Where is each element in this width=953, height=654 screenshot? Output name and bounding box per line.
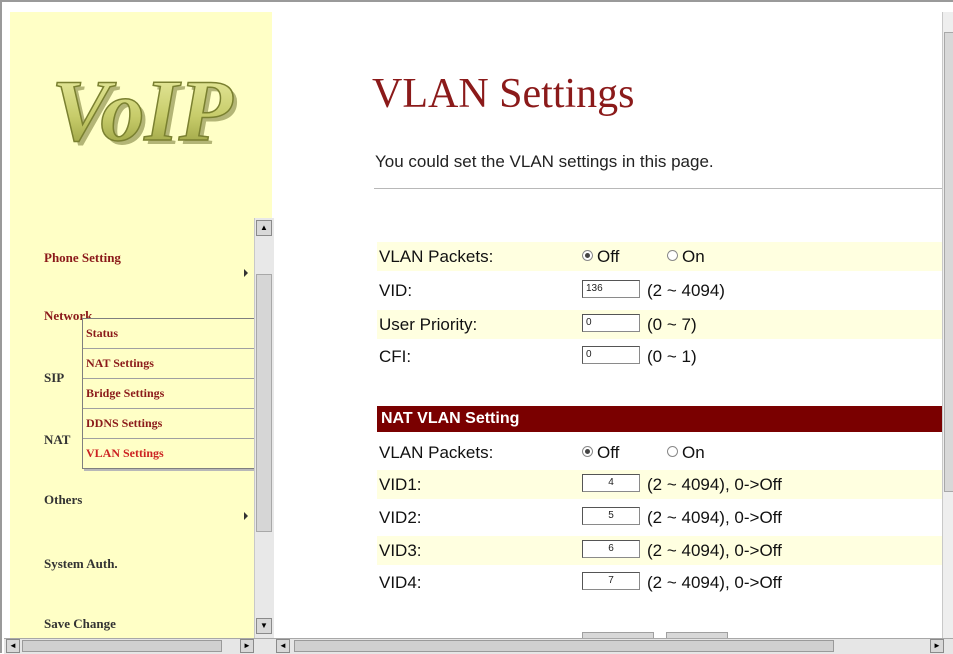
- submenu-status[interactable]: Status: [83, 319, 255, 349]
- horizontal-scrollbar[interactable]: ◄ ► ◄ ►: [4, 638, 953, 654]
- nav-scrollbar[interactable]: ▲ ▼: [254, 218, 274, 638]
- vid4-label: VID4:: [379, 573, 422, 592]
- scroll-up-icon[interactable]: ▲: [256, 220, 272, 236]
- vlan-on-label: On: [682, 247, 705, 266]
- scroll-right-icon[interactable]: ►: [930, 639, 944, 653]
- submenu-bridge-settings[interactable]: Bridge Settings: [83, 379, 255, 409]
- nat-vlan-on-radio[interactable]: [667, 446, 678, 457]
- vid1-input[interactable]: 4: [582, 474, 640, 492]
- scroll-left-icon[interactable]: ◄: [6, 639, 20, 653]
- cfi-label: CFI:: [379, 347, 412, 366]
- scroll-down-icon[interactable]: ▼: [256, 618, 272, 634]
- vlan-on-radio[interactable]: [667, 250, 678, 261]
- browser-frame: VoIP VoIP Phone Setting Network SIP NAT …: [0, 0, 953, 654]
- priority-input[interactable]: 0: [582, 314, 640, 332]
- divider: [374, 188, 942, 189]
- vid1-row: VID1: 4 (2 ~ 4094), 0->Off: [377, 470, 942, 499]
- cfi-input[interactable]: 0: [582, 346, 640, 364]
- nat-vlan-off-label: Off: [597, 443, 620, 462]
- vlan-off-radio[interactable]: [582, 250, 593, 261]
- vlan-packets-label: VLAN Packets:: [379, 247, 494, 266]
- content-hscroll-thumb[interactable]: [294, 640, 834, 652]
- priority-row: User Priority: 0 (0 ~ 7): [377, 310, 942, 339]
- vlan-packets-row: VLAN Packets: Off On: [377, 242, 942, 271]
- nav-others[interactable]: Others: [44, 492, 82, 508]
- submenu-vlan-settings[interactable]: VLAN Settings: [83, 439, 255, 468]
- network-submenu: Status NAT Settings Bridge Settings DDNS…: [82, 318, 256, 469]
- nav-hscroll-thumb[interactable]: [22, 640, 222, 652]
- vid2-row: VID2: 5 (2 ~ 4094), 0->Off: [377, 503, 942, 532]
- vid2-range: (2 ~ 4094), 0->Off: [647, 508, 782, 527]
- vid-row: VID: 136 (2 ~ 4094): [377, 276, 942, 305]
- vid3-input[interactable]: 6: [582, 540, 640, 558]
- vid3-range: (2 ~ 4094), 0->Off: [647, 541, 782, 560]
- submenu-arrow-icon: [244, 512, 248, 520]
- nav-phone-setting[interactable]: Phone Setting: [44, 250, 121, 266]
- vid3-row: VID3: 6 (2 ~ 4094), 0->Off: [377, 536, 942, 565]
- nat-vlan-packets-row: VLAN Packets: Off On: [377, 438, 942, 467]
- priority-range: (0 ~ 7): [647, 315, 697, 334]
- vid1-range: (2 ~ 4094), 0->Off: [647, 475, 782, 494]
- submenu-arrow-icon: [244, 269, 248, 277]
- logo-text: VoIP: [52, 63, 234, 160]
- vid4-input[interactable]: 7: [582, 572, 640, 590]
- submenu-nat-settings[interactable]: NAT Settings: [83, 349, 255, 379]
- nat-vlan-packets-label: VLAN Packets:: [379, 443, 494, 462]
- content-scrollbar-thumb[interactable]: [944, 32, 953, 492]
- voip-logo: VoIP VoIP: [51, 62, 238, 164]
- vid4-row: VID4: 7 (2 ~ 4094), 0->Off: [377, 568, 942, 597]
- nav-system-auth[interactable]: System Auth.: [44, 556, 118, 572]
- nat-vlan-on-label: On: [682, 443, 705, 462]
- cfi-range: (0 ~ 1): [647, 347, 697, 366]
- priority-label: User Priority:: [379, 315, 478, 334]
- vid1-label: VID1:: [379, 475, 422, 494]
- nav-save-change[interactable]: Save Change: [44, 616, 116, 632]
- page-title: VLAN Settings: [372, 71, 635, 117]
- nat-vlan-heading: NAT VLAN Setting: [377, 406, 942, 432]
- page-subtitle: You could set the VLAN settings in this …: [375, 152, 714, 171]
- vid-range: (2 ~ 4094): [647, 281, 725, 300]
- nat-vlan-off-radio[interactable]: [582, 446, 593, 457]
- submenu-ddns-settings[interactable]: DDNS Settings: [83, 409, 255, 439]
- scroll-right-icon[interactable]: ►: [240, 639, 254, 653]
- cfi-row: CFI: 0 (0 ~ 1): [377, 342, 942, 371]
- vid2-label: VID2:: [379, 508, 422, 527]
- nav-nat[interactable]: NAT: [44, 432, 70, 448]
- vid-input[interactable]: 136: [582, 280, 640, 298]
- vlan-off-label: Off: [597, 247, 620, 266]
- nav-scrollbar-thumb[interactable]: [256, 274, 272, 532]
- content-scrollbar[interactable]: [942, 12, 953, 638]
- vid2-input[interactable]: 5: [582, 507, 640, 525]
- vid4-range: (2 ~ 4094), 0->Off: [647, 573, 782, 592]
- nav-sip[interactable]: SIP: [44, 370, 64, 386]
- vid-label: VID:: [379, 281, 413, 300]
- vid3-label: VID3:: [379, 541, 422, 560]
- scroll-left-icon[interactable]: ◄: [276, 639, 290, 653]
